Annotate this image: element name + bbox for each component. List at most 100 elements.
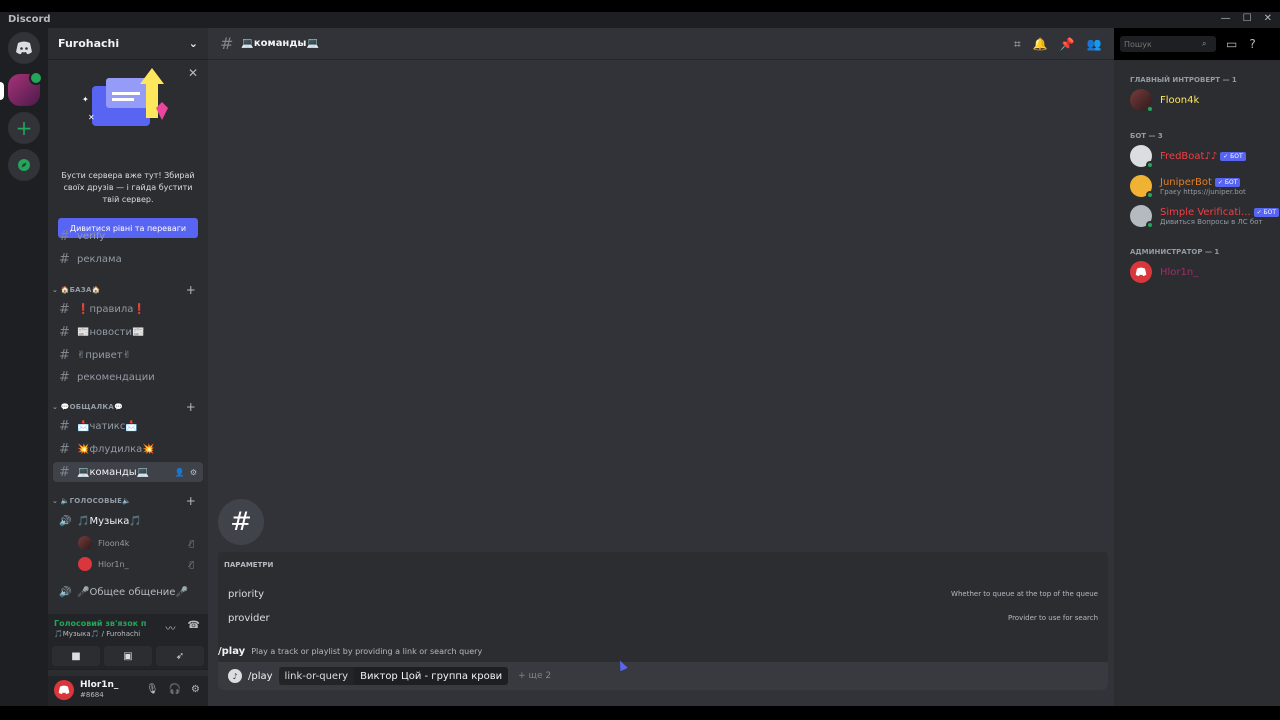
voice-activity-icon bbox=[29, 71, 43, 85]
member-juniperbot[interactable]: JuniperBot ✓ БОТ Граєу https://juniper.bot bbox=[1130, 172, 1276, 200]
channel-reklama[interactable]: # реклама bbox=[53, 249, 203, 269]
camera-icon: ■ bbox=[71, 650, 81, 662]
help-icon[interactable]: ? bbox=[1249, 37, 1255, 51]
gear-icon[interactable]: ⚙ bbox=[191, 684, 200, 695]
channel-pravila[interactable]: # ❗правила❗ bbox=[53, 299, 203, 319]
member-fredboat[interactable]: FredBoat♪♪ ✓ БОТ bbox=[1130, 142, 1276, 170]
hash-icon: # bbox=[59, 251, 70, 267]
header-toolbar: ⌗ 🔔 📌 👥 bbox=[1014, 28, 1102, 60]
voice-user-floon4k[interactable]: Floon4k 🎙̸ bbox=[78, 534, 202, 552]
voice-user-hlor1n[interactable]: Hlor1n_ 🎙̸ bbox=[78, 555, 202, 573]
member-name: Simple Verificati... bbox=[1160, 206, 1251, 218]
channel-name: 💻команды💻 bbox=[77, 466, 150, 478]
boost-illustration-icon: ✦ ✕ bbox=[82, 68, 168, 126]
channel-rekomendacii[interactable]: # рекомендации bbox=[53, 367, 203, 387]
category-name: 🏠БАЗА🏠 bbox=[60, 286, 101, 294]
activity-button[interactable]: ➶ bbox=[156, 646, 204, 666]
maximize-icon[interactable]: ☐ bbox=[1243, 13, 1252, 24]
channel-name: ❗правила❗ bbox=[77, 303, 146, 315]
add-server-icon[interactable]: + bbox=[8, 112, 40, 144]
member-name: Floon4k bbox=[1160, 94, 1200, 106]
search-box[interactable]: ⌕ bbox=[1120, 36, 1216, 52]
close-icon[interactable]: ✕ bbox=[1264, 13, 1272, 24]
channel-verify[interactable]: # verify bbox=[53, 226, 203, 246]
bell-icon[interactable]: 🔔 bbox=[1033, 37, 1048, 51]
option-desc: Whether to queue at the top of the queue bbox=[951, 590, 1098, 598]
option-name: provider bbox=[228, 612, 270, 624]
channel-name: реклама bbox=[77, 253, 122, 265]
title-bar: Discord — ☐ ✕ bbox=[0, 12, 1280, 28]
disconnect-icon[interactable]: ☎ bbox=[188, 620, 200, 635]
voice-channel-obshchee[interactable]: 🔊 🎤Общее общение🎤 bbox=[53, 582, 203, 602]
screen-share-button[interactable]: ▣ bbox=[104, 646, 152, 666]
option-provider[interactable]: provider Provider to use for search bbox=[228, 608, 1098, 628]
message-composer[interactable]: ♪ /play link-or-query Виктор Цой - групп… bbox=[218, 662, 1108, 690]
avatar bbox=[1130, 261, 1152, 283]
hash-icon: # bbox=[220, 34, 234, 53]
add-channel-icon[interactable]: + bbox=[186, 283, 196, 297]
channel-komandy[interactable]: # 💻команды💻 👤 ⚙ bbox=[53, 462, 203, 482]
command-description: Play a track or playlist by providing a … bbox=[251, 646, 483, 656]
bot-badge: ✓ БОТ bbox=[1253, 207, 1280, 217]
member-name: Hlor1n_ bbox=[1160, 266, 1199, 278]
voice-user-name: Hlor1n_ bbox=[98, 559, 129, 569]
channel-name: verify bbox=[77, 230, 106, 242]
member-floon4k[interactable]: Floon4k bbox=[1130, 86, 1276, 114]
online-status-icon bbox=[1146, 221, 1154, 229]
member-hlor1n[interactable]: Hlor1n_ bbox=[1130, 258, 1276, 286]
camera-button[interactable]: ■ bbox=[52, 646, 100, 666]
chevron-down-icon: ⌄ bbox=[188, 37, 198, 50]
channel-name: 📩чатикс📩 bbox=[77, 420, 138, 432]
member-simple-verification[interactable]: Simple Verificati... ✓ БОТ Дивиться Вопрос… bbox=[1130, 202, 1280, 230]
invite-icon[interactable]: 👤 bbox=[175, 468, 185, 477]
add-channel-icon[interactable]: + bbox=[186, 400, 196, 414]
category-name: 🔈ГОЛОСОВЫЕ🔈 bbox=[60, 497, 131, 505]
rocket-icon: ➶ bbox=[175, 650, 185, 662]
more-options[interactable]: + ще 2 bbox=[518, 671, 551, 681]
avatar bbox=[78, 536, 92, 550]
option-name: priority bbox=[228, 588, 265, 600]
category-baza[interactable]: ⌄ 🏠БАЗА🏠 + bbox=[52, 283, 204, 297]
member-list: ГЛАВНЫЙ ИНТРОВЕРТ — 1 Floon4k БОТ — 3 Fr… bbox=[1114, 60, 1280, 706]
close-icon[interactable]: ✕ bbox=[188, 66, 198, 80]
channel-name: ✌привет✌ bbox=[77, 349, 132, 361]
mute-mic-icon[interactable]: 🎙 bbox=[146, 684, 159, 695]
hash-icon: # bbox=[59, 441, 70, 457]
category-golosovye[interactable]: ⌄ 🔈ГОЛОСОВЫЕ🔈 + bbox=[52, 494, 204, 508]
chevron-down-icon: ⌄ bbox=[52, 286, 61, 294]
channel-novosti[interactable]: # 📰новости📰 bbox=[53, 322, 203, 342]
member-activity: Граєу https://juniper.bot bbox=[1160, 187, 1246, 196]
search-input[interactable] bbox=[1124, 39, 1202, 49]
category-obshchalka[interactable]: ⌄ 💬ОБЩАЛКА💬 + bbox=[52, 400, 204, 414]
user-avatar[interactable] bbox=[54, 680, 74, 700]
voice-channel-muzyka[interactable]: 🔊 🎵Музыка🎵 bbox=[53, 511, 203, 531]
guild-header[interactable]: Furohachi ⌄ bbox=[48, 28, 208, 60]
channel-chatiks[interactable]: # 📩чатикс📩 bbox=[53, 416, 203, 436]
minimize-icon[interactable]: — bbox=[1221, 13, 1231, 24]
hash-icon: # bbox=[59, 347, 70, 363]
option-value[interactable]: Виктор Цой - группа крови bbox=[354, 667, 509, 685]
channel-header: # 💻команды💻 bbox=[208, 28, 1114, 60]
server-furohachi-icon[interactable] bbox=[8, 71, 43, 106]
threads-icon[interactable]: ⌗ bbox=[1014, 37, 1021, 52]
hash-icon: # bbox=[59, 464, 70, 480]
online-status-icon bbox=[1146, 161, 1154, 169]
add-channel-icon[interactable]: + bbox=[186, 494, 196, 508]
inbox-icon[interactable]: ▭ bbox=[1226, 37, 1237, 51]
member-group-title: ГЛАВНЫЙ ИНТРОВЕРТ — 1 bbox=[1130, 76, 1237, 84]
members-icon[interactable]: 👥 bbox=[1087, 37, 1102, 51]
boost-text: Бусти сервера вже тут! Збирай своїх друз… bbox=[61, 171, 195, 204]
bot-avatar-icon: ♪ bbox=[228, 669, 242, 683]
explore-compass-icon[interactable] bbox=[8, 149, 40, 181]
noise-suppression-icon[interactable]: 〰 bbox=[166, 620, 176, 635]
command-option-pill[interactable]: link-or-query Виктор Цой - группа крови bbox=[278, 667, 509, 685]
muted-mic-icon: 🎙̸ bbox=[189, 559, 194, 569]
channel-privet[interactable]: # ✌привет✌ bbox=[53, 345, 203, 365]
gear-icon[interactable]: ⚙ bbox=[190, 468, 197, 477]
option-priority[interactable]: priority Whether to queue at the top of … bbox=[228, 584, 1098, 604]
discord-home-icon[interactable] bbox=[8, 32, 40, 64]
pin-icon[interactable]: 📌 bbox=[1060, 37, 1075, 51]
headphones-icon[interactable]: 🎧 bbox=[169, 684, 181, 695]
window-controls: — ☐ ✕ bbox=[1221, 13, 1272, 24]
channel-fludilka[interactable]: # 💥флудилка💥 bbox=[53, 439, 203, 459]
